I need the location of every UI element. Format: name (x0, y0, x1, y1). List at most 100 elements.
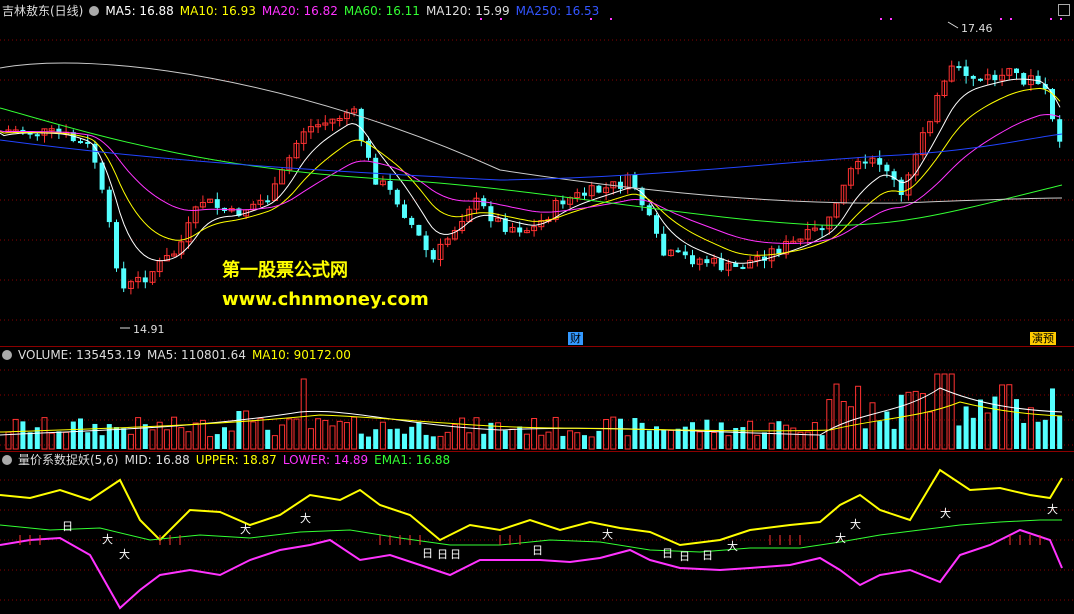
volume-bar (884, 411, 890, 449)
volume-bar (358, 433, 364, 449)
volume-bar (898, 394, 904, 449)
candle-down (582, 192, 587, 196)
volume-bar (286, 418, 293, 450)
candle-down (718, 258, 724, 271)
signal-marker-big: 大 (1047, 503, 1058, 516)
volume-bar (639, 422, 645, 449)
ma5-line (0, 78, 1061, 264)
candle-down (819, 228, 825, 231)
volume-bar (919, 393, 926, 450)
candle-down (675, 250, 681, 253)
volume-bar (336, 420, 343, 450)
volume-bar (574, 432, 581, 450)
volume-bar (596, 430, 602, 449)
volume-bar (402, 433, 407, 449)
volume-bar (214, 434, 220, 449)
volume-bar (502, 430, 508, 449)
volume-bar (315, 418, 322, 450)
volume-bar (1042, 419, 1048, 449)
finance-tag[interactable]: 财 (568, 332, 583, 345)
candle-down (956, 66, 962, 69)
volume-bar (114, 427, 119, 449)
volume-bar (531, 418, 538, 450)
candle-down (423, 235, 429, 251)
volume-bar (517, 426, 523, 449)
top-dot (1000, 18, 1002, 20)
signal-marker-sun: 日 (62, 520, 73, 533)
volume-bar (905, 391, 912, 450)
candle-down (34, 134, 40, 137)
lower-label: LOWER: 14.89 (282, 453, 369, 467)
volume-bar (833, 383, 840, 450)
candle-down (596, 185, 602, 193)
signal-marker-sun: 日 (450, 548, 461, 561)
signal-marker-big: 大 (940, 507, 951, 520)
settings-circle-icon[interactable] (2, 455, 12, 465)
volume-bar (610, 416, 617, 450)
volume-bar (675, 428, 681, 449)
volume-bar (473, 417, 480, 450)
volume-bar (1057, 415, 1063, 449)
main-panel-header: 吉林敖东(日线) MA5: 16.88 MA10: 16.93 MA20: 16.82… (2, 3, 605, 19)
candle-down (409, 217, 415, 225)
volume-bar (618, 418, 623, 449)
volume-bar (948, 373, 955, 450)
candle-down (214, 199, 220, 208)
volume-bar (538, 434, 545, 450)
volume-bar (711, 432, 718, 450)
volume-bar (56, 431, 62, 449)
ma5-label: MA5: 16.88 (105, 4, 174, 18)
candle-down (646, 205, 652, 216)
settings-circle-icon[interactable] (2, 350, 12, 360)
panel-toggle-icon[interactable] (1058, 4, 1070, 16)
candle-down (618, 181, 623, 189)
vol-ma10-label: MA10: 90172.00 (251, 348, 351, 362)
candle-down (387, 180, 393, 190)
candle-down (142, 277, 148, 283)
ma10-line (0, 87, 1061, 256)
ema1-label: EMA1: 16.88 (374, 453, 451, 467)
volume-bar (984, 412, 991, 450)
signal-marker-big: 大 (300, 512, 311, 525)
candle-down (632, 174, 638, 188)
candle-down (661, 233, 667, 256)
volume-bar (149, 429, 156, 450)
volume-bar (236, 411, 242, 449)
forecast-tag[interactable]: 演预 (1030, 332, 1056, 345)
volume-bar (1050, 388, 1055, 449)
volume-bar (481, 433, 487, 449)
volume-bar (963, 406, 969, 449)
vol-ma5-label: MA5: 110801.64 (147, 348, 246, 362)
signal-marker-sun: 日 (662, 547, 673, 560)
low-price-label: 14.91 (133, 323, 165, 336)
volume-bar (624, 435, 631, 450)
volume-bar (48, 432, 55, 450)
volume-bar (85, 432, 91, 449)
volume-bar (271, 435, 278, 450)
volume-bar (222, 427, 227, 449)
ma60-label: MA60: 16.11 (343, 4, 420, 18)
volume-bar (466, 432, 473, 450)
volume-bar (416, 422, 422, 449)
signal-marker-big: 大 (240, 523, 251, 536)
ma120-label: MA120: 15.99 (425, 4, 510, 18)
watermark-cn: 第一股票公式网 (222, 260, 348, 281)
candle-down (358, 108, 364, 141)
volume-bar (265, 429, 271, 449)
volume-bar (307, 428, 314, 450)
settings-circle-icon[interactable] (89, 6, 100, 16)
ma10-label: MA10: 16.93 (179, 4, 256, 18)
volume-bar (228, 430, 235, 450)
candle-down (1057, 119, 1063, 142)
volume-bar (135, 417, 142, 450)
volume-bar (430, 436, 436, 449)
candle-down (963, 66, 969, 76)
stock-chart[interactable] (0, 0, 1074, 614)
volume-bar (387, 429, 393, 449)
ma60-line (0, 107, 1063, 226)
upper-label: UPPER: 18.87 (195, 453, 277, 467)
ma250-label: MA250: 16.53 (515, 4, 600, 18)
volume-bar (869, 402, 876, 450)
volume-bar (423, 434, 429, 449)
volume-bar (560, 435, 566, 449)
